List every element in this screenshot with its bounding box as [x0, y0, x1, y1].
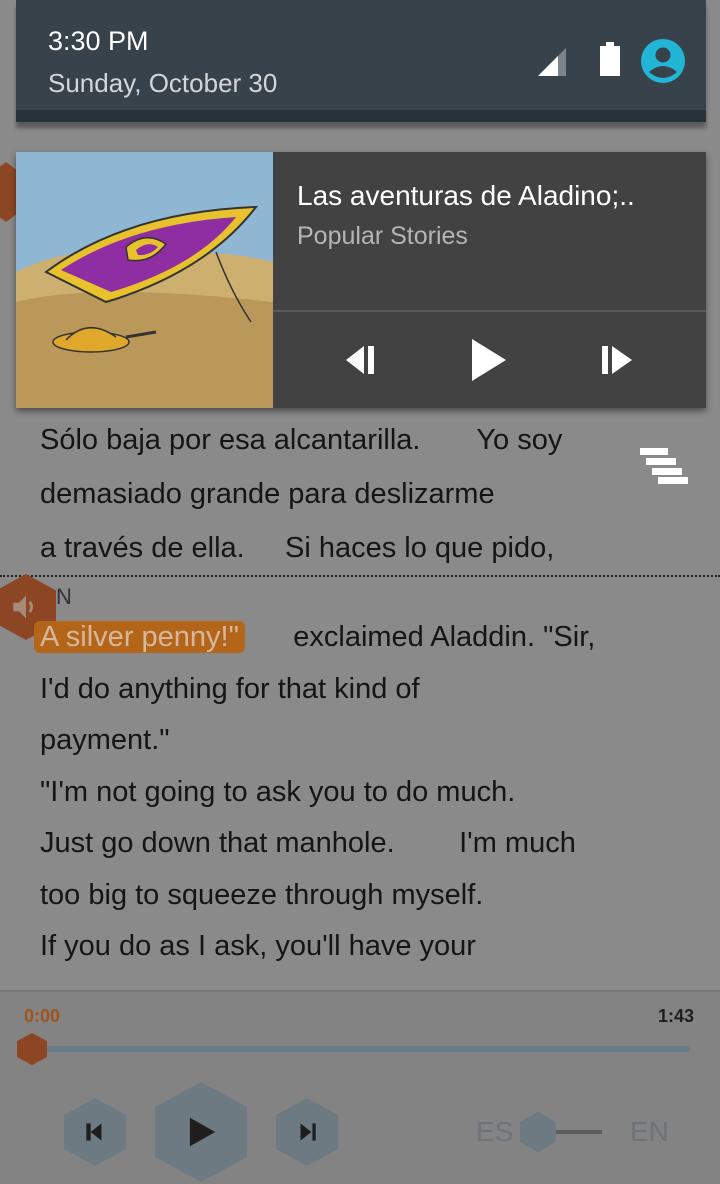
elapsed-time: 0:00	[24, 1006, 61, 1026]
skip-next-icon	[300, 1123, 316, 1141]
text-line: payment."	[40, 724, 170, 756]
media-previous-button[interactable]	[332, 334, 392, 386]
total-time: 1:43	[658, 1006, 695, 1026]
language-divider	[0, 575, 720, 577]
date[interactable]: Sunday, October 30	[48, 68, 277, 99]
account-icon[interactable]	[640, 38, 686, 84]
skip-previous-icon	[346, 346, 374, 374]
media-notification[interactable]: Las aventuras de Aladino;.. Popular Stor…	[16, 152, 706, 408]
seek-bar[interactable]	[32, 1046, 690, 1052]
signal-icon	[538, 48, 566, 76]
text-line: I'd do anything for that kind of	[40, 672, 420, 705]
english-text: A silver penny!" exclaimed Aladdin. "Sir…	[34, 615, 595, 976]
text-line: demasiado grande para deslizarme	[40, 478, 495, 510]
text-line: Sólo baja por esa alcantarilla. Yo soy	[40, 424, 563, 456]
header-edge	[16, 110, 706, 122]
battery-icon	[600, 42, 620, 76]
skip-previous-icon	[86, 1123, 102, 1141]
album-art	[16, 152, 273, 408]
language-tag: N	[56, 584, 72, 609]
highlighted-phrase[interactable]: A silver penny!"	[34, 621, 245, 653]
media-next-button[interactable]	[586, 334, 646, 386]
media-title: Las aventuras de Aladino;..	[297, 180, 635, 211]
play-icon	[189, 1117, 216, 1147]
play-icon	[472, 339, 506, 381]
text-line: a través de ella. Si haces lo que pido,	[40, 532, 555, 564]
list-view-icon[interactable]	[640, 448, 690, 488]
text-line: Just go down that manhole. I'm much	[40, 827, 576, 859]
media-subtitle: Popular Stories	[297, 222, 468, 250]
skip-next-icon	[602, 346, 632, 374]
text-line: "I'm not going to ask you to do much.	[40, 775, 516, 808]
spanish-text: Sólo baja por esa alcantarilla. Yo soy d…	[40, 420, 562, 582]
language-left-label: ES	[476, 1116, 514, 1147]
clock: 3:30 PM	[48, 26, 149, 56]
media-separator	[273, 310, 706, 312]
text-line: too big to squeeze through myself.	[40, 878, 484, 911]
text-line: If you do as I ask, you'll have your	[40, 930, 476, 962]
notification-header: 3:30 PM Sunday, October 30	[16, 0, 706, 122]
text-line: A silver penny!" exclaimed Aladdin. "Sir…	[34, 615, 595, 667]
media-play-button[interactable]	[458, 334, 518, 386]
speaker-icon	[13, 595, 33, 619]
language-right-label: EN	[630, 1116, 669, 1147]
